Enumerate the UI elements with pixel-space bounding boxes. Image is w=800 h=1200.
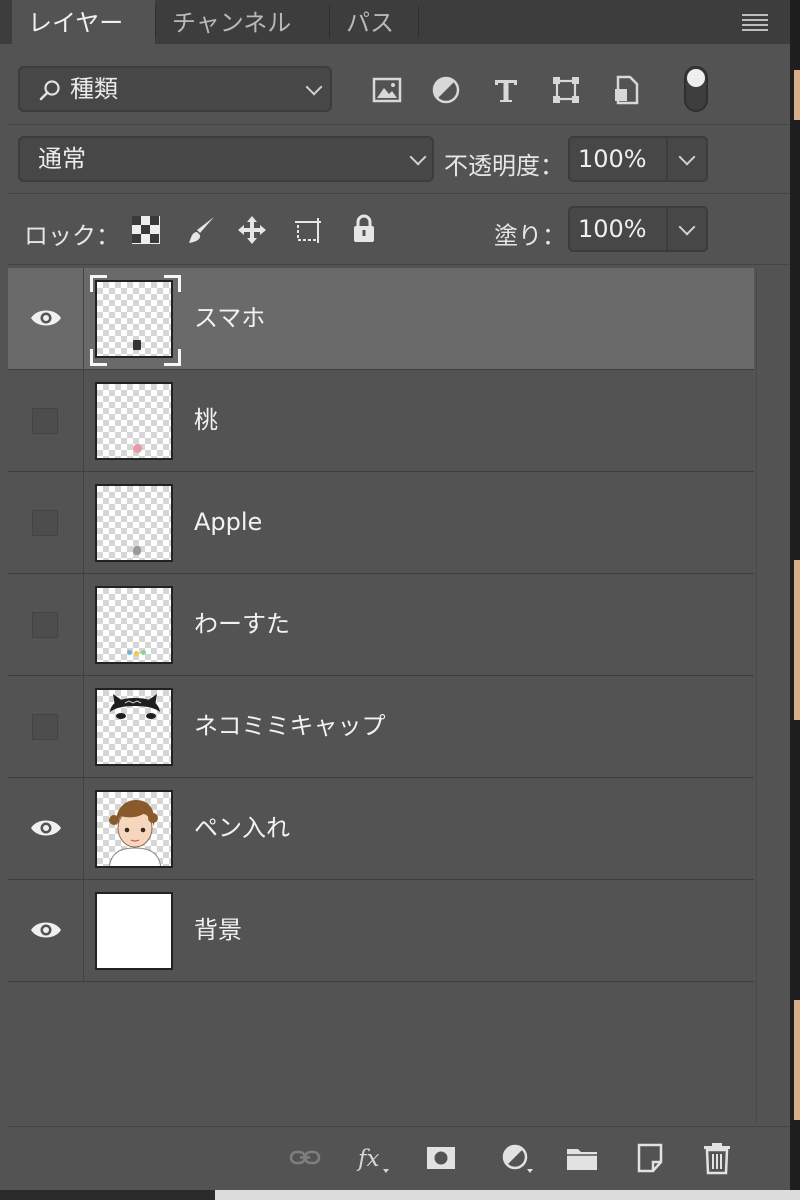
lock-artboard-icon[interactable]	[292, 214, 324, 246]
panel-tab-bar: レイヤー チャンネル パス	[0, 0, 790, 44]
opacity-input[interactable]: 100%	[568, 136, 668, 182]
chevron-down-icon	[305, 78, 323, 96]
layer-row-inking[interactable]: ペン入れ	[8, 778, 754, 880]
layer-thumbnail[interactable]	[95, 790, 173, 868]
visibility-column	[8, 268, 84, 369]
chevron-down-icon	[678, 218, 696, 236]
fill-dropdown[interactable]	[668, 206, 708, 252]
canvas-bottom-edge	[0, 1190, 800, 1200]
layers-panel: レイヤー チャンネル パス 種類 通常 不透明度： 100% ロック： 塗り： …	[0, 0, 800, 1200]
new-layer-icon[interactable]	[633, 1141, 667, 1175]
layer-row-smartphone[interactable]: スマホ	[8, 268, 754, 370]
layer-thumbnail[interactable]	[95, 382, 173, 460]
blend-mode-label: 通常	[38, 145, 86, 173]
layer-thumbnail[interactable]	[95, 484, 173, 562]
shape-filter-icon[interactable]	[550, 74, 582, 106]
layer-thumbnail[interactable]	[95, 688, 173, 766]
opacity-dropdown[interactable]	[668, 136, 708, 182]
eye-icon[interactable]	[30, 306, 62, 330]
link-layers-icon[interactable]	[288, 1141, 322, 1175]
layer-row-background[interactable]: 背景	[8, 880, 754, 982]
adjustment-filter-icon[interactable]	[430, 74, 462, 106]
layer-row-wasuta[interactable]: わーすた	[8, 574, 754, 676]
layer-name[interactable]: Apple	[194, 472, 262, 573]
visibility-column	[8, 778, 84, 879]
visibility-toggle-hidden[interactable]	[32, 510, 58, 536]
type-filter-icon[interactable]	[490, 74, 522, 106]
layer-row-cat-ear-cap[interactable]: ネコミミキャップ	[8, 676, 754, 778]
lock-all-icon[interactable]	[348, 212, 380, 244]
chevron-down-icon	[678, 148, 696, 166]
tab-paths[interactable]: パス	[330, 0, 418, 44]
layer-style-fx-icon[interactable]: fx	[356, 1141, 390, 1175]
chevron-down-icon	[409, 148, 427, 166]
smart-object-filter-icon[interactable]	[610, 74, 642, 106]
panel-menu-icon[interactable]	[742, 14, 768, 32]
visibility-column	[8, 370, 84, 471]
layer-name[interactable]: 背景	[194, 880, 242, 981]
visibility-toggle-hidden[interactable]	[32, 714, 58, 740]
fill-input[interactable]: 100%	[568, 206, 668, 252]
lock-label: ロック：	[24, 222, 120, 250]
lock-transparent-pixels-icon[interactable]	[130, 214, 162, 246]
visibility-column	[8, 574, 84, 675]
panel-footer: fx	[8, 1126, 790, 1191]
visibility-column	[8, 676, 84, 777]
canvas-edge	[790, 0, 800, 1200]
svg-text:fx: fx	[356, 1146, 380, 1172]
new-adjustment-icon[interactable]	[500, 1141, 534, 1175]
search-icon	[39, 80, 60, 101]
tab-layers[interactable]: レイヤー	[12, 0, 155, 44]
layer-thumbnail[interactable]	[95, 892, 173, 970]
visibility-toggle-hidden[interactable]	[32, 612, 58, 638]
delete-layer-trash-icon[interactable]	[700, 1141, 734, 1175]
new-group-folder-icon[interactable]	[565, 1141, 599, 1175]
lock-position-move-icon[interactable]	[236, 214, 268, 246]
filter-type-select[interactable]: 種類	[18, 66, 332, 112]
layers-scrollbar[interactable]	[756, 268, 791, 1124]
eye-icon[interactable]	[30, 816, 62, 840]
layer-name[interactable]: わーすた	[194, 574, 290, 675]
filter-type-label: 種類	[70, 75, 118, 103]
add-mask-icon[interactable]	[424, 1141, 458, 1175]
layer-name[interactable]: ネコミミキャップ	[194, 676, 386, 777]
layer-name[interactable]: ペン入れ	[194, 778, 290, 879]
blend-mode-select[interactable]: 通常	[18, 136, 434, 182]
layer-name[interactable]: 桃	[194, 370, 218, 471]
image-filter-icon[interactable]	[371, 74, 403, 106]
layer-row-apple[interactable]: Apple	[8, 472, 754, 574]
layer-thumbnail[interactable]	[95, 586, 173, 664]
lock-image-pixels-brush-icon[interactable]	[186, 214, 218, 246]
visibility-toggle-hidden[interactable]	[32, 408, 58, 434]
layer-name[interactable]: スマホ	[194, 268, 265, 369]
visibility-column	[8, 880, 84, 981]
layer-row-peach[interactable]: 桃	[8, 370, 754, 472]
tab-channels[interactable]: チャンネル	[156, 0, 329, 44]
eye-icon[interactable]	[30, 918, 62, 942]
filter-toggle[interactable]	[684, 66, 708, 112]
opacity-label: 不透明度：	[444, 152, 564, 180]
visibility-column	[8, 472, 84, 573]
fill-label: 塗り：	[494, 222, 566, 250]
